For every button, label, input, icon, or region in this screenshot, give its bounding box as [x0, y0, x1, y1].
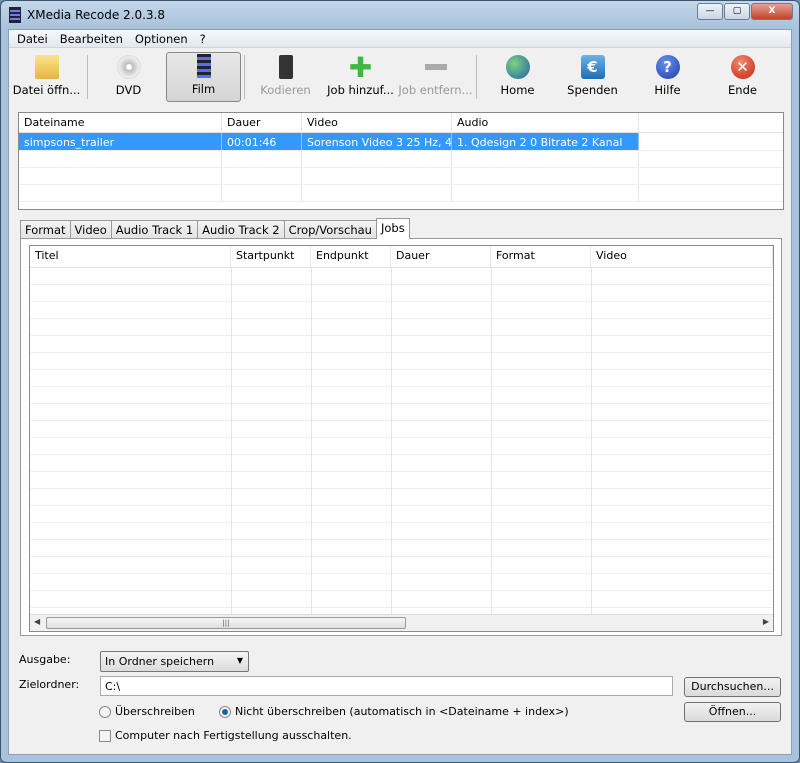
scroll-left-icon[interactable]: ◀ [34, 617, 40, 626]
cell-duration: 00:01:46 [222, 133, 302, 150]
ausgabe-label: Ausgabe: [19, 653, 71, 666]
menu-help[interactable]: ? [194, 30, 212, 47]
zielordner-input[interactable]: C:\ [100, 676, 673, 696]
dvd-button[interactable]: DVD [91, 52, 166, 102]
horizontal-scrollbar[interactable]: ◀ ||| ▶ [30, 614, 773, 631]
window-title: XMedia Recode 2.0.3.8 [27, 8, 165, 22]
tab-format[interactable]: Format [20, 220, 71, 239]
column-header-video[interactable]: Video [302, 113, 452, 132]
cell-filename: simpsons_trailer [19, 133, 222, 150]
cell-video: Sorenson Video 3 25 Hz, 4... [302, 133, 452, 150]
tab-audio-track-2[interactable]: Audio Track 2 [197, 220, 285, 239]
film-icon [196, 54, 211, 78]
column-header-titel[interactable]: Titel [30, 246, 231, 267]
toolbar: Datei öffn... DVD Film Kodieren ✚ Job hin… [9, 49, 791, 105]
column-header-dateiname[interactable]: Dateiname [19, 113, 222, 132]
column-header-empty [639, 113, 783, 132]
donate-button[interactable]: € Spenden [555, 52, 630, 102]
app-window: XMedia Recode 2.0.3.8 — ▢ X Datei Bearbe… [0, 0, 800, 763]
menu-bearbeiten[interactable]: Bearbeiten [54, 30, 129, 47]
overwrite-radio[interactable]: Überschreiben [99, 705, 195, 718]
add-job-button[interactable]: ✚ Job hinzuf... [323, 50, 398, 102]
minus-icon [424, 55, 448, 79]
column-header-endpunkt[interactable]: Endpunkt [311, 246, 391, 267]
open-file-button[interactable]: Datei öffn... [9, 52, 84, 102]
column-header-startpunkt[interactable]: Startpunkt [231, 246, 311, 267]
zielordner-label: Zielordner: [19, 678, 80, 691]
tab-jobs[interactable]: Jobs [375, 218, 410, 239]
euro-icon: € [580, 55, 605, 79]
open-button[interactable]: Öffnen... [684, 702, 781, 722]
tab-bar: Format Video Audio Track 1 Audio Track 2… [20, 218, 410, 239]
help-icon: ? [655, 55, 680, 79]
scroll-right-icon[interactable]: ▶ [763, 617, 769, 626]
scrollbar-thumb[interactable]: ||| [46, 617, 406, 629]
title-bar: XMedia Recode 2.0.3.8 [9, 5, 165, 25]
encode-icon [278, 55, 293, 79]
globe-icon [505, 55, 530, 79]
maximize-button[interactable]: ▢ [724, 3, 750, 20]
cell-audio: 1. Qdesign 2 0 Bitrate 2 Kanal [452, 133, 639, 150]
encode-button[interactable]: Kodieren [248, 52, 323, 102]
radio-icon [99, 705, 111, 718]
no-overwrite-radio[interactable]: Nicht überschreiben (automatisch in <Dat… [219, 705, 569, 718]
jobs-panel: Titel Startpunkt Endpunkt Dauer Format V… [20, 238, 782, 636]
exit-button[interactable]: ✕ Ende [705, 52, 780, 102]
dvd-icon [116, 55, 141, 79]
radio-selected-icon [219, 705, 231, 718]
table-row[interactable]: simpsons_trailer 00:01:46 Sorenson Video… [19, 133, 783, 151]
film-button[interactable]: Film [166, 52, 241, 102]
column-header-dauer[interactable]: Dauer [391, 246, 491, 267]
app-film-icon [9, 7, 21, 23]
remove-job-button[interactable]: Job entfern... [398, 52, 473, 102]
shutdown-checkbox[interactable]: Computer nach Fertigstellung ausschalten… [99, 729, 352, 742]
tab-video[interactable]: Video [69, 220, 112, 239]
file-list[interactable]: Dateiname Dauer Video Audio simpsons_tra… [18, 112, 784, 210]
column-header-video[interactable]: Video [591, 246, 773, 267]
plus-icon: ✚ [348, 50, 373, 84]
ausgabe-select[interactable]: In Ordner speichern ▼ [100, 651, 249, 672]
home-button[interactable]: Home [480, 52, 555, 102]
menu-optionen[interactable]: Optionen [129, 30, 194, 47]
minimize-button[interactable]: — [697, 3, 723, 20]
jobs-list[interactable]: Titel Startpunkt Endpunkt Dauer Format V… [29, 245, 774, 632]
checkbox-icon [99, 729, 111, 742]
exit-icon: ✕ [730, 55, 755, 79]
chevron-down-icon: ▼ [236, 656, 243, 665]
column-header-format[interactable]: Format [491, 246, 591, 267]
close-button[interactable]: X [751, 3, 793, 20]
folder-open-icon [34, 55, 59, 79]
column-header-audio[interactable]: Audio [452, 113, 639, 132]
help-button[interactable]: ? Hilfe [630, 52, 705, 102]
column-header-dauer[interactable]: Dauer [222, 113, 302, 132]
tab-crop-vorschau[interactable]: Crop/Vorschau [283, 220, 377, 239]
menu-bar: Datei Bearbeiten Optionen ? [9, 30, 791, 48]
browse-button[interactable]: Durchsuchen... [684, 677, 781, 697]
tab-audio-track-1[interactable]: Audio Track 1 [110, 220, 199, 239]
menu-datei[interactable]: Datei [11, 30, 54, 47]
